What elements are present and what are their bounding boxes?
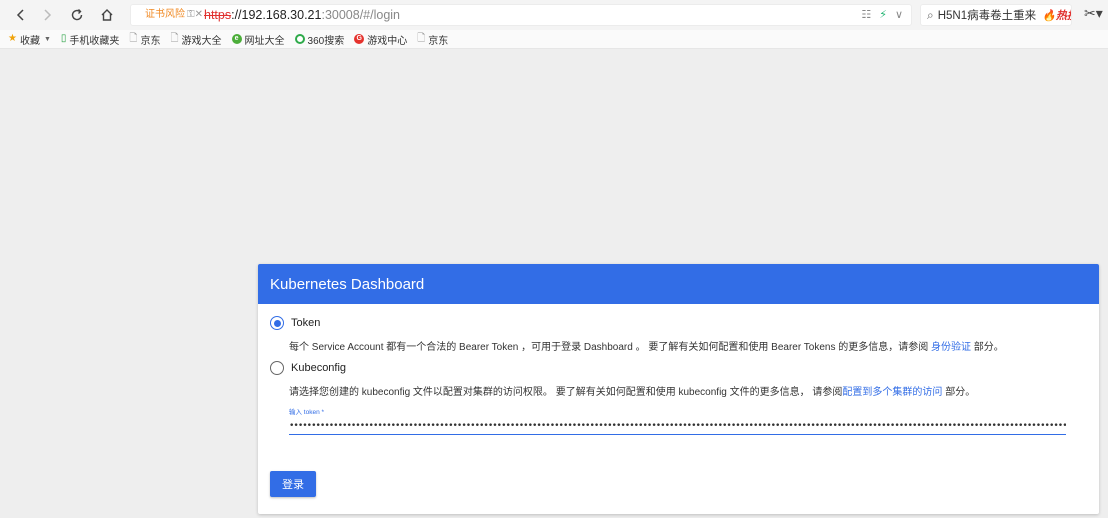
bookmark-jd-2[interactable]: 🗋 京东 (417, 32, 448, 47)
star-icon: ★ (8, 33, 17, 44)
bookmark-game-center[interactable]: G 游戏中心 (354, 32, 407, 47)
token-option-label: Token (291, 317, 321, 329)
phone-icon: ▯ (60, 33, 67, 44)
bookmark-360-search[interactable]: 360搜索 (294, 32, 344, 47)
token-option[interactable]: Token (270, 316, 320, 330)
dropdown-icon: ▼ (43, 35, 51, 43)
multi-cluster-link[interactable]: 配置到多个集群的访问 (842, 387, 942, 398)
kubeconfig-option[interactable]: Kubeconfig (270, 361, 346, 375)
search-icon: ⌕ (927, 7, 934, 22)
bookmark-favorites[interactable]: ★ 收藏 ▼ (8, 32, 51, 47)
token-description: 每个 Service Account 都有一个合法的 Bearer Token … (289, 342, 1004, 353)
lightning-icon[interactable]: ⚡ (879, 7, 887, 23)
reload-icon (71, 9, 83, 21)
kubeconfig-description: 请选择您创建的 kubeconfig 文件以配置对集群的访问权限。 要了解有关如… (289, 387, 976, 398)
bookmark-mobile[interactable]: ▯ 手机收藏夹 (61, 32, 120, 47)
login-button[interactable]: 登录 (270, 471, 316, 497)
url-host: ://192.168.30.21 (231, 8, 322, 22)
page-icon: 🗋 (170, 33, 179, 44)
token-input-label: 输入 token * (289, 409, 325, 416)
home-icon (101, 9, 113, 21)
360-search-icon (294, 34, 305, 44)
back-button[interactable] (10, 4, 32, 26)
kubeconfig-radio[interactable] (270, 361, 284, 375)
chevron-left-icon (16, 9, 24, 21)
chevron-right-icon (44, 9, 52, 21)
search-suggestion[interactable]: H5N1病毒卷土重来 (938, 7, 1036, 23)
address-bar-actions: ☷ ⚡ ∨ (861, 7, 903, 23)
chevron-down-icon[interactable]: ∨ (895, 7, 903, 23)
authentication-link[interactable]: 身份验证 (931, 342, 971, 353)
kubeconfig-option-label: Kubeconfig (291, 362, 347, 374)
reload-button[interactable] (66, 4, 88, 26)
hot-search-badge: 🔥热搜 (1042, 10, 1071, 22)
url-protocol: https (204, 8, 232, 22)
insecure-key-icon: ⚿✕ (187, 9, 203, 20)
url-text[interactable]: https://192.168.30.21:30008/#/login (204, 7, 400, 23)
qr-code-icon[interactable]: ☷ (861, 7, 871, 23)
card-title: Kubernetes Dashboard (258, 264, 1099, 304)
home-button[interactable] (96, 4, 118, 26)
url-path: :30008/#/login (321, 8, 401, 22)
nav-sites-icon: e (231, 34, 242, 44)
forward-button[interactable] (36, 4, 58, 26)
bookmark-jd[interactable]: 🗋 京东 (129, 32, 160, 47)
scissors-icon[interactable]: ✂▾ (1084, 5, 1103, 22)
token-radio[interactable] (270, 316, 284, 330)
cert-warning[interactable]: 证书风险 (145, 9, 185, 21)
bookmark-nav-sites[interactable]: e 网址大全 (231, 32, 285, 47)
page-icon: 🗋 (129, 33, 138, 44)
page-icon: 🗋 (417, 33, 426, 44)
bookmark-games[interactable]: 🗋 游戏大全 (170, 32, 221, 47)
bookmarks-bar: ★ 收藏 ▼ ▯ 手机收藏夹 🗋 京东 🗋 游戏大全 e 网址大全 360搜索 G 游戏中心 … (0, 30, 1108, 49)
browser-toolbar: 证书风险 ⚿✕ https://192.168.30.21:30008/#/lo… (0, 0, 1108, 30)
token-input[interactable]: ••••••••••••••••••••••••••••••••••••••••… (289, 417, 1066, 435)
search-box[interactable]: ⌕ H5N1病毒卷土重来 🔥热搜 (920, 4, 1072, 26)
address-bar[interactable]: 证书风险 ⚿✕ https://192.168.30.21:30008/#/lo… (130, 4, 912, 26)
login-card: Kubernetes Dashboard Token 每个 Service Ac… (258, 264, 1099, 514)
game-center-icon: G (354, 34, 365, 44)
